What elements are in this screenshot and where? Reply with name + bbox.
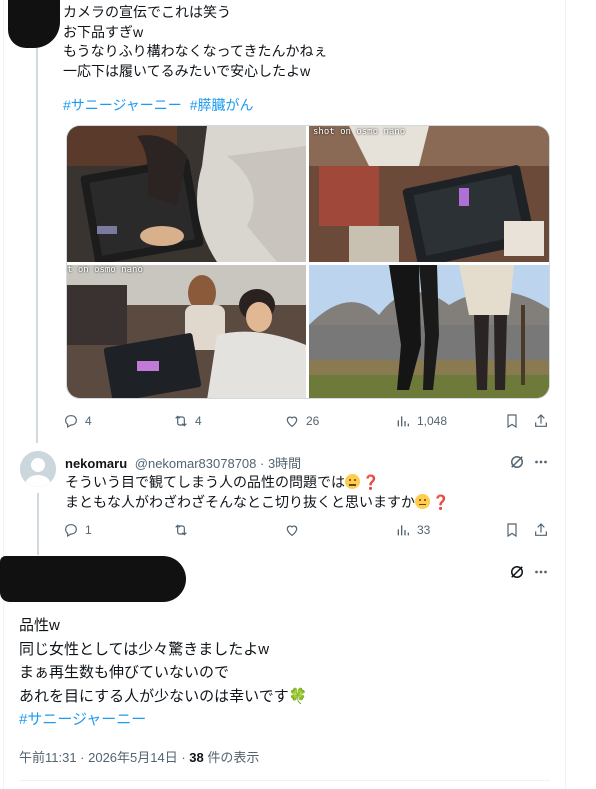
reply-icon	[65, 524, 77, 538]
repost-count: 4	[195, 414, 202, 428]
photo-park-walk	[309, 265, 549, 398]
main-line: 同じ女性としては少々驚きましたよw	[19, 640, 270, 658]
tweet-line: もうなりふり構わなくなってきたんかねぇ	[63, 43, 328, 59]
reply-header: nekomaru @nekomar83078708 · 3時間	[65, 453, 301, 472]
view-count: 38	[189, 750, 204, 765]
heart-icon	[286, 525, 298, 537]
tweet-line: 一応下は履いてるみたいで安心したよw	[63, 62, 311, 79]
photo-people-laptop	[67, 265, 306, 398]
redacted-user-info	[0, 556, 186, 602]
media-photo-2[interactable]: shot on osmo nano	[309, 126, 549, 262]
repost-icon	[175, 415, 187, 427]
bookmark-button[interactable]	[504, 413, 520, 429]
main-line: あれを目にする人が少ないのは幸いです	[19, 687, 289, 705]
reply-line-text: そういう目で観てしまう人の品性の問題では	[65, 474, 345, 490]
heart-icon	[286, 416, 298, 428]
reply-line: まともな人がわざわざそんなとこ切り抜くと思いますか ❓	[65, 493, 449, 513]
thread-line-top	[36, 48, 38, 443]
views-count: 1,048	[417, 414, 448, 428]
hashtag-link[interactable]: #サニージャーニー	[63, 97, 182, 113]
timestamp[interactable]: 午前11:31 · 2026年5月14日 ·	[19, 750, 189, 765]
share-icon	[535, 523, 547, 536]
share-icon	[535, 414, 547, 427]
views-button[interactable]: 1,048	[395, 413, 447, 429]
tweet-actions: 4 4 26 1,048	[63, 413, 553, 433]
media-photo-3[interactable]: t on osmo nano	[67, 265, 306, 398]
post-time[interactable]: · 3時間	[260, 456, 301, 471]
repost-icon	[175, 524, 187, 536]
views-icon	[397, 416, 409, 427]
reply-body: そういう目で観てしまう人の品性の問題では ❓ まともな人がわざわざそんなとこ切り抜…	[65, 473, 449, 512]
photo-laptop-hands	[67, 126, 306, 262]
hashtag-link[interactable]: #膵臓がん	[190, 97, 254, 113]
reply-line: そういう目で観てしまう人の品性の問題では ❓	[65, 473, 449, 493]
grok-icon[interactable]	[508, 563, 526, 581]
user-name[interactable]: nekomaru	[65, 456, 127, 471]
question-mark-emoji: ❓	[362, 474, 380, 490]
hashtag-link[interactable]: #サニージャーニー	[19, 708, 307, 732]
avatar[interactable]	[20, 451, 56, 487]
repost-button[interactable]: 4	[173, 413, 202, 429]
divider	[19, 780, 550, 781]
share-button[interactable]	[533, 413, 549, 429]
rolling-eyes-emoji-icon	[415, 493, 430, 509]
media-overlay-text: t on osmo nano	[67, 265, 143, 275]
more-icon[interactable]	[532, 453, 550, 471]
main-line-with-emoji: あれを目にする人が少ないのは幸いです🍀	[19, 685, 307, 709]
reply-count: 4	[85, 414, 92, 428]
tweet-hashtags: #サニージャーニー #膵臓がん	[63, 95, 258, 115]
tweet-body: カメラの宣伝でこれは笑う お下品すぎw もうなりふり構わなくなってきたんかねぇ …	[63, 3, 327, 81]
repost-button[interactable]	[173, 522, 195, 538]
more-icon[interactable]	[532, 563, 550, 581]
tweet-line: お下品すぎw	[63, 23, 144, 40]
tweet-meta: 午前11:31 · 2026年5月14日 · 38 件の表示	[19, 747, 259, 766]
reply-count: 1	[85, 523, 92, 537]
main-tweet-body: 品性w 同じ女性としては少々驚きましたよw まぁ再生数も伸びていないので あれを…	[19, 614, 307, 732]
redacted-avatar-top	[8, 0, 60, 48]
views-icon	[397, 525, 409, 536]
like-button[interactable]	[284, 522, 306, 538]
thread-line-reply	[37, 493, 39, 555]
views-button[interactable]: 33	[395, 522, 430, 538]
reply-actions: 1 33	[63, 522, 553, 542]
tweet-line: カメラの宣伝でこれは笑う	[63, 4, 231, 20]
default-avatar-icon	[20, 451, 56, 487]
reply-line-text: まともな人がわざわざそんなとこ切り抜くと思いますか	[65, 493, 415, 510]
main-line: 品性w	[19, 617, 60, 634]
like-button[interactable]: 26	[284, 413, 319, 429]
timeline-border-left	[3, 0, 4, 789]
reply-button[interactable]: 4	[63, 413, 92, 429]
grok-icon[interactable]	[508, 453, 526, 471]
share-button[interactable]	[533, 522, 549, 538]
like-count: 26	[306, 414, 320, 428]
photo-desk-overhead	[309, 126, 549, 262]
rolling-eyes-emoji-icon	[345, 474, 360, 489]
bookmark-icon	[507, 523, 517, 538]
media-grid[interactable]: shot on osmo nano t on osmo nano	[66, 125, 550, 399]
question-mark-emoji: ❓	[432, 493, 450, 510]
clover-emoji: 🍀	[288, 687, 308, 705]
views-count: 33	[417, 523, 431, 537]
media-photo-4[interactable]	[309, 265, 549, 398]
bookmark-button[interactable]	[504, 522, 520, 538]
reply-icon	[65, 415, 77, 429]
user-handle[interactable]: @nekomar83078708	[135, 456, 257, 471]
bookmark-icon	[507, 414, 517, 429]
timeline-border-right	[565, 0, 566, 789]
media-overlay-text: shot on osmo nano	[313, 127, 406, 137]
media-photo-1[interactable]	[67, 126, 306, 262]
view-label: 件の表示	[203, 750, 260, 765]
main-line: まぁ再生数も伸びていないので	[19, 664, 230, 681]
reply-button[interactable]: 1	[63, 522, 92, 538]
